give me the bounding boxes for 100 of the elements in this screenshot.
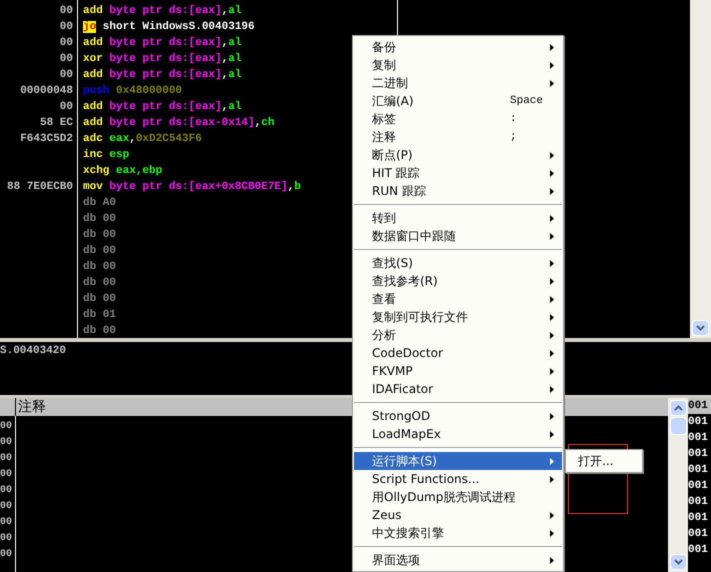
menu-item[interactable]: LoadMapEx — [354, 425, 562, 443]
hex-bytes: 00 — [60, 69, 73, 81]
instruction-line[interactable]: push 0x48000000 — [83, 83, 182, 99]
submenu-arrow-icon — [550, 278, 554, 284]
hex-bytes: 88 7E0ECB0 — [6, 180, 73, 193]
menu-item[interactable]: Script Functions... — [354, 470, 562, 488]
hex-bytes: 00 — [0, 517, 12, 528]
instruction-line[interactable]: xchg eax,ebp — [83, 163, 162, 179]
hex-bytes: 00 — [0, 549, 12, 560]
menu-item[interactable]: 断点(P) — [354, 146, 562, 164]
scrollbar-thumb[interactable] — [670, 417, 686, 435]
instruction-line[interactable]: db 00 — [83, 211, 116, 227]
menu-item[interactable]: 转到 — [354, 209, 562, 227]
submenu-arrow-icon — [550, 152, 554, 158]
instruction-line[interactable]: db 01 — [83, 307, 116, 323]
submenu-arrow-icon — [550, 386, 554, 392]
instruction-line[interactable]: db 00 — [83, 243, 116, 259]
menu-item[interactable]: 数据窗口中跟随 — [354, 227, 562, 245]
submenu-arrow-icon — [550, 62, 554, 68]
menu-item[interactable]: IDAFicator — [354, 380, 562, 398]
submenu-arrow-icon — [550, 476, 554, 482]
menu-item[interactable]: 打开... — [566, 452, 642, 470]
instruction-line[interactable]: adc eax,0xD2C543F6 — [83, 131, 202, 147]
scroll-down-button[interactable] — [692, 320, 709, 336]
menu-item[interactable]: 注释 ; — [354, 128, 562, 146]
instruction-line[interactable]: db A0 — [83, 195, 116, 211]
menu-item[interactable]: StrongOD — [354, 407, 562, 425]
hex-bytes: 00 — [60, 101, 73, 113]
hex-bytes: F643C5D2 — [20, 133, 73, 145]
instruction-line[interactable]: db 00 — [83, 291, 116, 307]
chevron-down-icon — [696, 325, 705, 331]
submenu-arrow-icon — [550, 530, 554, 536]
instruction-line[interactable]: add byte ptr ds:[eax],al — [83, 67, 242, 83]
submenu-arrow-icon — [550, 296, 554, 302]
instruction-line[interactable]: add byte ptr ds:[eax],al — [83, 35, 242, 51]
menu-item[interactable]: Zeus — [354, 506, 562, 524]
hex-bytes: 58 EC — [40, 117, 73, 129]
instruction-line[interactable]: db 00 — [83, 227, 116, 243]
stack-address: 001 — [688, 496, 708, 508]
stack-address: 001 — [688, 480, 708, 492]
menu-item[interactable]: 二进制 — [354, 74, 562, 92]
instruction-line[interactable]: add byte ptr ds:[eax],al — [83, 3, 242, 19]
submenu-arrow-icon — [550, 44, 554, 50]
shortcut-label: ; — [510, 130, 518, 145]
instruction-line[interactable]: inc esp — [83, 147, 130, 163]
hex-bytes: 00 — [0, 485, 12, 496]
stack-address: 001 — [688, 512, 708, 524]
menu-item[interactable]: 标签 : — [354, 110, 562, 128]
menu-item[interactable]: RUN 跟踪 — [354, 182, 562, 200]
menu-item[interactable]: 界面选项 — [354, 551, 562, 569]
scroll-up-button[interactable] — [670, 400, 686, 416]
menu-item[interactable]: 汇编(A) Space — [354, 92, 562, 110]
menu-item[interactable]: 备份 — [354, 38, 562, 56]
instruction-line[interactable]: add byte ptr ds:[eax-0x14],ch — [83, 115, 274, 131]
instruction-line[interactable]: jo short WindowsS.00403196 — [83, 19, 255, 35]
submenu-arrow-icon — [550, 188, 554, 194]
menu-item[interactable]: CodeDoctor — [354, 344, 562, 362]
menu-item[interactable]: 中文搜索引擎 — [354, 524, 562, 542]
chevron-up-icon — [674, 405, 682, 411]
scroll-down-button[interactable] — [670, 554, 686, 570]
stack-address: 001 — [688, 528, 708, 540]
instruction-line[interactable]: xor byte ptr ds:[eax],al — [83, 51, 242, 67]
menu-item[interactable]: 复制到可执行文件 — [354, 308, 562, 326]
menu-item[interactable]: FKVMP — [354, 362, 562, 380]
instruction-line[interactable]: add byte ptr ds:[eax],al — [83, 99, 242, 115]
hex-bytes: 00 — [60, 53, 73, 65]
chevron-down-icon — [674, 559, 682, 565]
menu-item[interactable]: 分析 — [354, 326, 562, 344]
shortcut-label: : — [510, 112, 518, 127]
menu-item[interactable]: 用OllyDump脱壳调试进程 — [354, 488, 562, 506]
submenu-arrow-icon — [550, 458, 554, 464]
instruction-line[interactable]: db 00 — [83, 259, 116, 275]
instruction-line[interactable]: db 00 — [83, 275, 116, 291]
submenu-arrow-icon — [550, 430, 554, 438]
menu-item[interactable]: HIT 跟踪 — [354, 164, 562, 182]
submenu-arrow-icon — [550, 314, 554, 320]
submenu-arrow-icon — [550, 260, 554, 266]
submenu-arrow-icon — [550, 556, 554, 564]
hex-bytes: 00 — [0, 501, 12, 512]
menu-item[interactable]: 查看 — [354, 290, 562, 308]
submenu-arrow-icon — [550, 350, 554, 356]
submenu-arrow-icon — [550, 170, 554, 176]
menu-item[interactable]: 复制 — [354, 56, 562, 74]
shortcut-label: Space — [510, 94, 544, 109]
submenu-arrow-icon — [550, 512, 554, 518]
hex-bytes: 00 — [0, 437, 12, 448]
hex-bytes: 00 — [60, 21, 73, 33]
hex-bytes: 00 — [0, 533, 12, 544]
hex-bytes: 00 — [60, 5, 73, 17]
info-text: S.00403420 — [0, 345, 66, 357]
menu-item[interactable]: 运行脚本(S) — [354, 452, 562, 470]
stack-address: 001 — [688, 544, 708, 556]
submenu-arrow-icon — [550, 412, 554, 420]
instruction-line[interactable]: mov byte ptr ds:[eax+0x8CB0E7E],b — [83, 179, 301, 195]
menu-item[interactable]: 查找参考(R) — [354, 272, 562, 290]
submenu-arrow-icon — [550, 214, 554, 222]
menu-item[interactable]: 查找(S) — [354, 254, 562, 272]
instruction-line[interactable]: db 00 — [83, 323, 116, 339]
hex-bytes: 00 — [0, 469, 12, 480]
hex-bytes: 00 — [60, 37, 73, 49]
